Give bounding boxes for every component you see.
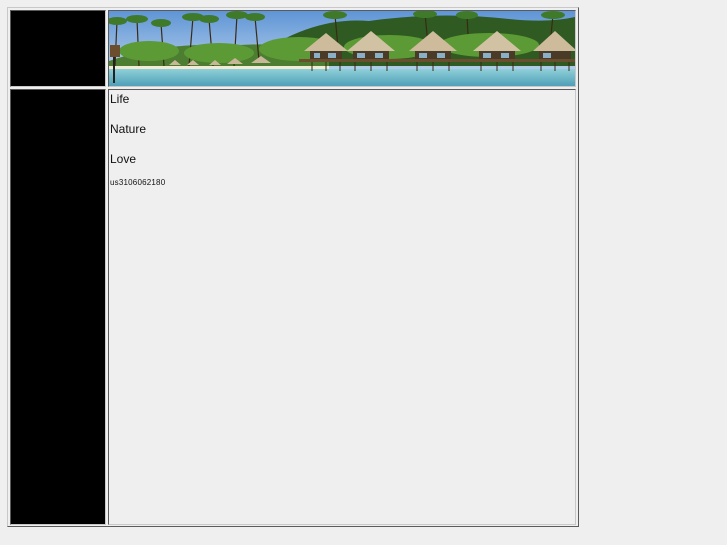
nav-link-nature[interactable]: Nature (110, 122, 575, 136)
resort-banner-image (109, 11, 575, 86)
site-id-text: us3106062180 (110, 178, 166, 187)
nav-link-love[interactable]: Love (110, 152, 575, 166)
banner-cell (108, 10, 576, 87)
content-area: Life Nature Love us3106062180 (109, 92, 575, 188)
nav-link-life[interactable]: Life (110, 92, 575, 106)
layout-table: Life Nature Love us3106062180 (7, 7, 579, 527)
top-left-black-cell (10, 10, 106, 87)
content-cell: Life Nature Love us3106062180 (108, 89, 576, 525)
sidebar-black-cell (10, 89, 106, 525)
